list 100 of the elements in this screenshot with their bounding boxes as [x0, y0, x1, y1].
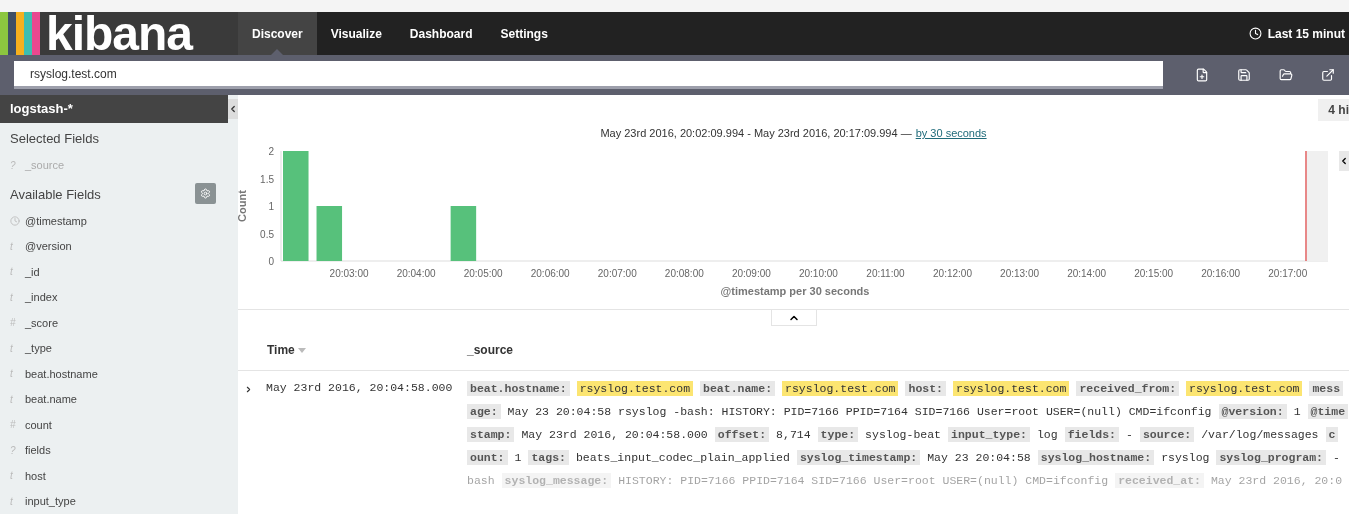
field-value: syslog-beat [865, 427, 942, 442]
field-label: beat.name: [700, 381, 776, 396]
axis-tick-label: 20:16:00 [1201, 268, 1241, 279]
axis-tick-label: 20:03:00 [329, 268, 369, 279]
field-label: received_at: [1115, 473, 1204, 488]
axis-title: @timestamp per 30 seconds [720, 285, 870, 297]
field-value: HISTORY: PID=7166 PPID=7164 SID=7166 User=root USER=(null) CMD=ifconfig [618, 473, 1109, 488]
axis-tick-label: 20:08:00 [664, 268, 704, 279]
axis-tick-label: 20:11:00 [866, 268, 905, 279]
field-label: beat.hostname: [467, 381, 570, 396]
field-value: May 23rd 2016, 20:0 [1210, 473, 1343, 488]
field-value: 1 [514, 450, 522, 465]
share-icon [1321, 68, 1335, 82]
field-name: _type [25, 342, 52, 355]
axis-tick-label: 20:12:00 [933, 268, 972, 279]
field-label: ount: [467, 450, 508, 465]
collapse-sidebar-button[interactable] [228, 99, 238, 119]
field-type-glyph: # [10, 419, 17, 431]
field-name: host [25, 469, 46, 482]
column-header: _source [467, 343, 514, 357]
axis-tick-label: 20:06:00 [530, 268, 570, 279]
sort-caret-icon [297, 347, 306, 353]
axis-tick-label: 20:05:00 [463, 268, 503, 279]
field-value: 8,714 [776, 427, 811, 442]
field-label: input_type: [948, 427, 1030, 442]
field-type-glyph: ? [10, 159, 17, 171]
field-label: syslog_timestamp: [796, 450, 921, 465]
chevron-left-icon [228, 104, 238, 114]
field-label: received_from: [1076, 381, 1180, 396]
field-item[interactable]: @timestamp [0, 208, 238, 234]
nav-tab[interactable]: Discover [238, 12, 317, 55]
field-value: - [1126, 427, 1133, 442]
field-label: tags: [528, 450, 569, 465]
nav-tab[interactable]: Dashboard [395, 12, 487, 55]
field-value: rsyslog [1161, 450, 1210, 465]
collapse-chart-button[interactable] [1339, 151, 1349, 171]
field-name: beat.name [25, 393, 77, 406]
field-label: source: [1139, 427, 1195, 442]
field-name: _id [25, 265, 40, 278]
field-name: @version [25, 240, 72, 253]
field-name: count [25, 418, 52, 431]
field-value: log [1036, 427, 1058, 442]
interval-link[interactable]: by 30 seconds [915, 127, 987, 139]
field-value: bash [467, 473, 495, 488]
settings-button[interactable] [195, 182, 216, 204]
field-label: @time [1307, 404, 1349, 419]
chevron-left-icon [1339, 156, 1349, 166]
highlighted-value: rsyslog.test.com [576, 381, 694, 396]
axis-title: Count [238, 190, 248, 222]
search-field[interactable]: rsyslog.test.com [14, 61, 1163, 89]
axis-tick-label: 20:04:00 [396, 268, 436, 279]
field-item[interactable]: ? fields [0, 437, 238, 464]
section-title: Selected Fields [9, 130, 100, 149]
field-name: input_type [25, 495, 76, 508]
highlighted-value: rsyslog.test.com [1186, 381, 1303, 396]
index-pattern-header[interactable]: logstash-* [0, 95, 228, 123]
logo: kibana [0, 12, 238, 55]
field-label: syslog_program: [1216, 450, 1326, 465]
field-name: _index [25, 291, 58, 304]
gear-icon [200, 187, 211, 199]
field-name: @timestamp [25, 214, 87, 227]
nav-tab[interactable]: Settings [486, 12, 562, 55]
field-label: mess [1309, 381, 1344, 396]
axis-tick-label: 20:10:00 [798, 268, 838, 279]
field-value: 1 [1293, 404, 1301, 419]
field-value: May 23 20:04:58 [927, 450, 1031, 465]
section-title: Available Fields [9, 185, 102, 204]
axis-tick-label: 20:09:00 [731, 268, 771, 279]
field-value: beats_input_codec_plain_applied [575, 450, 790, 465]
axis-tick-label: 20:14:00 [1067, 268, 1107, 279]
time-picker[interactable]: Last 15 minut [1240, 12, 1345, 55]
field-name: beat.hostname [25, 367, 98, 380]
highlighted-value: rsyslog.test.com [782, 381, 899, 396]
axis-tick-label: 2 [268, 146, 274, 157]
clock-icon [1248, 27, 1262, 40]
axis-tick-label: 20:15:00 [1134, 268, 1174, 279]
nav-tab[interactable]: Visualize [316, 12, 396, 55]
field-label: syslog_message: [501, 473, 612, 488]
column-header[interactable]: Time [238, 343, 467, 357]
field-type-glyph: ? [10, 444, 17, 456]
field-label: host: [905, 381, 946, 396]
field-label: syslog_hostname: [1037, 450, 1155, 465]
field-label: fields: [1064, 427, 1119, 442]
field-label: type: [817, 427, 859, 442]
field-item[interactable]: # _score [0, 310, 238, 336]
hit-count: 4 hi [1318, 99, 1349, 121]
time-cell-text: May 23rd 2016, 20:04:58.000 [265, 381, 454, 396]
field-label: @version: [1218, 404, 1287, 419]
field-label: age: [467, 404, 501, 419]
field-type-glyph: # [10, 317, 17, 329]
field-label: c [1325, 427, 1339, 442]
field-name: fields [25, 444, 51, 457]
field-label: offset: [714, 427, 770, 442]
clock-icon [10, 215, 20, 226]
time-range-text: May 23rd 2016, 20:02:09.994 - May 23rd 2016, 20:17:09.994 — [600, 127, 912, 139]
field-name: _score [25, 316, 59, 329]
field-label: stamp: [467, 427, 515, 442]
new-document-icon [1195, 68, 1209, 82]
field-value: /var/log/messages [1201, 427, 1319, 442]
field-item[interactable]: # count [0, 412, 238, 438]
